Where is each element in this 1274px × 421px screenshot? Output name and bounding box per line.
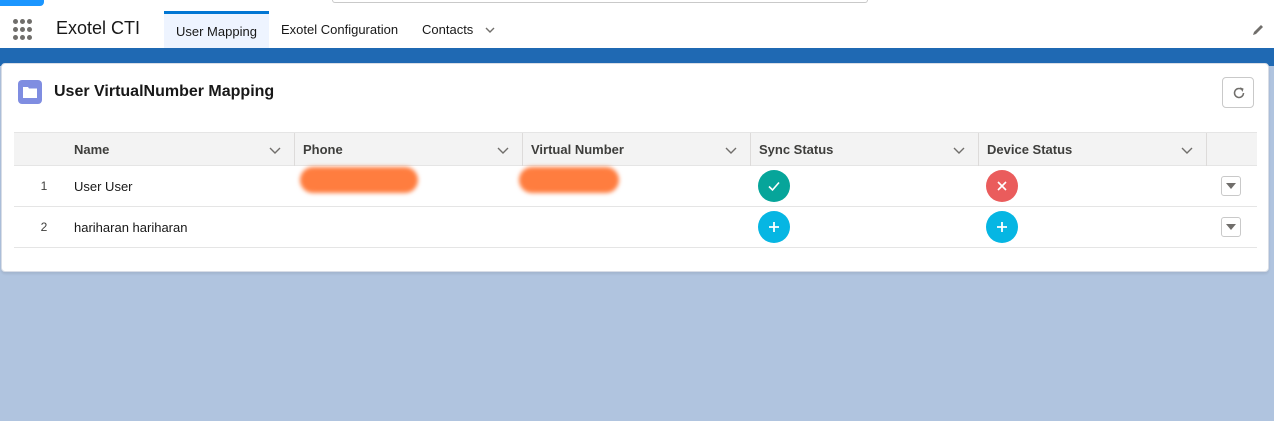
table-row: 1 User User [14,166,1257,207]
top-strip [0,0,1274,11]
tab-user-mapping[interactable]: User Mapping [164,11,269,48]
mapping-table: Name Phone Virtual Number Sync Status De… [14,132,1257,248]
name-cell: User User [74,178,133,194]
device-status-cell [986,166,1018,206]
column-header-sync-status[interactable]: Sync Status [750,133,978,166]
chevron-down-icon [1226,224,1236,230]
chevron-down-icon[interactable] [496,143,510,157]
row-number: 1 [40,179,48,193]
close-icon[interactable] [986,170,1018,202]
column-header-actions [1206,133,1257,166]
column-label: Sync Status [759,142,834,157]
global-search-input[interactable] [332,0,868,3]
chevron-down-icon[interactable] [268,143,282,157]
sync-status-cell [758,207,790,247]
folder-icon [18,80,42,104]
column-label: Name [74,142,110,157]
chevron-down-icon[interactable] [952,143,966,157]
app-launcher-icon[interactable] [11,19,35,41]
refresh-button[interactable] [1222,77,1254,108]
row-number: 2 [40,220,48,234]
tab-exotel-configuration[interactable]: Exotel Configuration [269,11,410,48]
column-header-phone[interactable]: Phone [294,133,522,166]
row-action-button[interactable] [1221,176,1241,196]
check-icon[interactable] [758,170,790,202]
nav-bar: Exotel CTI User Mapping Exotel Configura… [0,11,1274,48]
device-status-cell [986,207,1018,247]
logo [0,0,44,6]
sync-status-cell [758,166,790,206]
add-icon[interactable] [758,211,790,243]
tab-label: Exotel Configuration [281,22,399,37]
table-row: 2 hariharan hariharan [14,207,1257,248]
app-title: Exotel CTI [56,18,141,38]
card-title: User VirtualNumber Mapping [54,83,275,100]
user-mapping-card: User VirtualNumber Mapping Name Phone Vi… [1,63,1269,272]
row-action-button[interactable] [1221,217,1241,237]
tab-label: Contacts [422,22,474,37]
tab-contacts[interactable]: Contacts [410,11,507,48]
column-header-virtual-number[interactable]: Virtual Number [522,133,750,166]
edit-pencil-icon[interactable] [1251,23,1265,37]
column-label: Device Status [987,142,1073,157]
chevron-down-icon[interactable] [1180,143,1194,157]
tab-label: User Mapping [176,23,257,39]
add-icon[interactable] [986,211,1018,243]
column-label: Virtual Number [531,142,624,157]
virtual-number-redacted [519,167,619,193]
chevron-down-icon[interactable] [485,25,495,35]
refresh-icon [1233,87,1245,99]
chevron-down-icon[interactable] [724,143,738,157]
column-header-device-status[interactable]: Device Status [978,133,1206,166]
phone-redacted [300,167,418,193]
chevron-down-icon [1226,183,1236,189]
table-header: Name Phone Virtual Number Sync Status De… [14,132,1257,166]
name-cell: hariharan hariharan [74,219,188,235]
column-header-name[interactable]: Name [14,133,294,166]
column-label: Phone [303,142,343,157]
